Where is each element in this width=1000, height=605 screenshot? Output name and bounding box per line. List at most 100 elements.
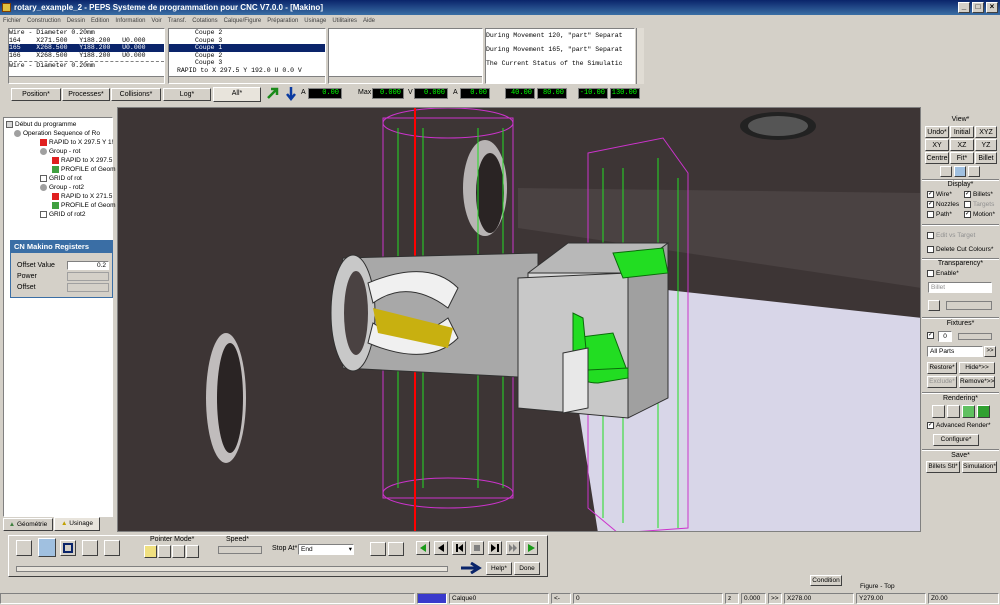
menu-construction[interactable]: Construction [24, 16, 64, 27]
advanced-render-checkbox[interactable]: ✓ Advanced Render* [927, 422, 991, 429]
progress-track[interactable] [16, 566, 448, 572]
blue-down-arrow-icon[interactable] [285, 86, 297, 102]
transparency-slider[interactable] [946, 301, 992, 310]
nozzles-checkbox[interactable]: ✓ Nozzles [927, 201, 959, 208]
tree-item[interactable]: Operation Sequence of Ro [14, 129, 100, 138]
minimize-button[interactable]: _ [958, 2, 970, 13]
close-button[interactable]: × [986, 2, 998, 13]
loop-icon[interactable] [60, 540, 76, 556]
menu-usinage[interactable]: Usinage [301, 16, 329, 27]
speed-slider[interactable] [218, 546, 262, 554]
list-item-selected[interactable]: Coupe 1 [169, 44, 325, 52]
tree-item[interactable]: Group - rot [40, 147, 80, 156]
undo-button[interactable]: Undo* [925, 126, 949, 138]
play-icon[interactable] [524, 541, 538, 555]
hide-button[interactable]: Hide*>> [959, 362, 995, 374]
fixtures-count[interactable]: 0 [938, 331, 952, 342]
render-wire-icon[interactable] [932, 405, 945, 418]
tree-item[interactable]: RAPID to X 297.5 [52, 156, 112, 165]
fit-button[interactable]: Fit* [950, 152, 974, 164]
tree-item[interactable]: RAPID to X 271.5 [52, 192, 112, 201]
step-icon[interactable] [104, 540, 120, 556]
tab-log[interactable]: Log* [163, 88, 211, 101]
list-item[interactable]: Wire - Diameter 0.20mm [9, 29, 164, 37]
menu-utilitaires[interactable]: Utilitaires [329, 16, 360, 27]
pointer-rotate-icon[interactable] [186, 545, 199, 558]
billets-stl-button[interactable]: Billets Stl* [926, 461, 960, 473]
all-parts-select[interactable]: All Parts [927, 346, 983, 357]
cube-view-icon[interactable] [38, 538, 56, 557]
motion-checkbox[interactable]: ✓ Motion* [964, 211, 995, 218]
tab-collisions[interactable]: Collisions* [111, 88, 161, 101]
menu-preparation[interactable]: Préparation [264, 16, 301, 27]
list-item[interactable]: Coupe 3 [169, 59, 325, 67]
horizontal-scrollbar[interactable] [9, 76, 164, 83]
move-icon[interactable] [82, 540, 98, 556]
tab-processes[interactable]: Processes* [62, 88, 110, 101]
list-item[interactable]: Coupe 2 [169, 29, 325, 37]
list-item[interactable]: 164 X271.500 Y188.200 U0.000 [9, 37, 164, 45]
xz-button[interactable]: XZ [950, 139, 974, 151]
render-shaded-icon[interactable] [962, 405, 975, 418]
condition-button[interactable]: Condition [810, 575, 842, 586]
clear-breakpoint-icon[interactable] [388, 542, 404, 556]
pointer-zoom-icon[interactable] [158, 545, 171, 558]
stop-at-select[interactable]: End ▾ [298, 544, 354, 555]
tree-item[interactable]: GRID of rot2 [40, 210, 85, 219]
view-wire-icon[interactable] [968, 166, 980, 177]
breakpoint-icon[interactable] [370, 542, 386, 556]
pointer-pan-icon[interactable] [172, 545, 185, 558]
edit-target-checkbox[interactable]: Edit vs Target [927, 232, 975, 239]
arrow-right-icon[interactable] [460, 561, 482, 575]
delete-cut-colours-checkbox[interactable]: Delete Cut Colours* [927, 246, 993, 253]
list-item[interactable]: RAPID to X 297.5 Y 192.0 U 0.0 V [169, 67, 325, 75]
menu-aide[interactable]: Aide [360, 16, 378, 27]
billet-button[interactable]: Billet [975, 152, 997, 164]
rewind-icon[interactable] [416, 541, 430, 555]
enable-transparency-checkbox[interactable]: Enable* [927, 270, 959, 277]
log-list[interactable]: During Movement 120, "part" Separat Duri… [485, 28, 635, 84]
offset-value-field[interactable]: 0.2 [67, 261, 109, 270]
offset-field[interactable] [67, 283, 109, 292]
xy-button[interactable]: XY [925, 139, 949, 151]
targets-checkbox[interactable]: Targets [964, 201, 994, 208]
fixtures-checkbox[interactable]: ✓ [927, 332, 936, 339]
maximize-button[interactable]: □ [972, 2, 984, 13]
process-list[interactable]: Coupe 2 Coupe 3 Coupe 1 Coupe 2 Coupe 3 … [168, 28, 326, 84]
green-arrow-icon[interactable] [266, 86, 280, 100]
simulation-save-button[interactable]: Simulation* [962, 461, 997, 473]
horizontal-scrollbar[interactable] [169, 76, 325, 83]
layer-name[interactable]: Calque0 [449, 593, 549, 604]
horizontal-scrollbar[interactable] [329, 76, 482, 83]
step-back-icon[interactable] [434, 541, 448, 555]
centre-button[interactable]: Centre [925, 152, 949, 164]
prev-icon[interactable] [452, 541, 466, 555]
tree-item[interactable]: RAPID to X 297.5 Y 1! [40, 138, 113, 147]
collisions-list[interactable] [328, 28, 483, 84]
list-item[interactable]: 166 X268.500 Y188.200 U0.000 [9, 52, 164, 60]
simulation-viewport[interactable] [117, 107, 921, 532]
tree-item[interactable]: Début du programme [6, 120, 76, 129]
menu-calque[interactable]: Calque/Figure [221, 16, 265, 27]
view-iso-icon[interactable] [940, 166, 952, 177]
billets-checkbox[interactable]: ✓ Billets* [964, 191, 993, 198]
tree-item[interactable]: GRID of rot [40, 174, 82, 183]
tab-geometrie[interactable]: ▲ Géométrie [3, 518, 53, 531]
all-parts-more-button[interactable]: >> [984, 346, 996, 357]
pointer-arrow-icon[interactable] [144, 545, 157, 558]
list-item[interactable]: Coupe 2 [169, 52, 325, 60]
done-button[interactable]: Done [514, 562, 540, 575]
menu-information[interactable]: Information [112, 16, 148, 27]
colour-swatch[interactable] [928, 300, 940, 311]
wire-checkbox[interactable]: ✓ Wire* [927, 191, 952, 198]
fixtures-slider[interactable] [958, 333, 992, 340]
menu-transf[interactable]: Transf. [165, 16, 189, 27]
tab-position[interactable]: Position* [11, 88, 61, 101]
configure-button[interactable]: Configure* [933, 434, 979, 446]
list-item[interactable]: Coupe 3 [169, 37, 325, 45]
tree-expand-icon[interactable] [6, 120, 13, 128]
tree-item[interactable]: Group - rot2 [40, 183, 84, 192]
remove-button[interactable]: Remove*>> [959, 376, 995, 388]
stop-icon[interactable] [470, 541, 484, 555]
restore-button[interactable]: Restore* [927, 362, 957, 374]
